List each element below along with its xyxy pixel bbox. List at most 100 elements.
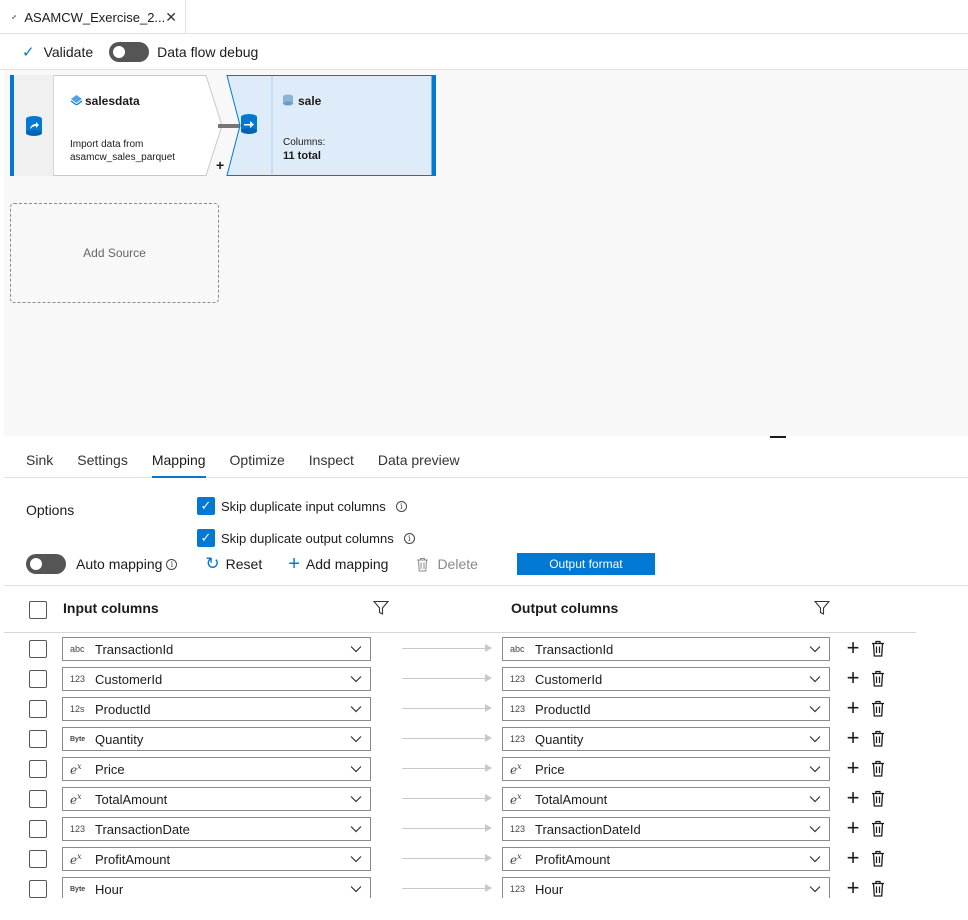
output-column-select[interactable]: ex TotalAmount [502,787,830,811]
chevron-down-icon [809,796,821,803]
output-column-select[interactable]: 123 CustomerId [502,667,830,691]
info-icon[interactable]: i [166,558,178,570]
filter-icon[interactable] [373,600,389,616]
output-column-select[interactable]: 123 ProductId [502,697,830,721]
output-column-select[interactable]: ex ProfitAmount [502,847,830,871]
add-row-button[interactable]: + [845,847,861,869]
info-icon[interactable]: i [403,532,415,544]
input-column-select[interactable]: abc TransactionId [62,637,371,661]
trash-icon[interactable] [871,790,885,807]
sink-columns-label: Columns: [283,137,326,148]
chevron-down-icon [809,706,821,713]
chevron-down-icon [809,886,821,893]
input-column-value: Hour [95,881,124,897]
row-checkbox[interactable] [29,790,47,808]
table-row: ex Price ex Price + [0,757,968,781]
row-checkbox[interactable] [29,670,47,688]
row-checkbox[interactable] [29,700,47,718]
chevron-down-icon [809,826,821,833]
select-all-checkbox[interactable] [29,601,47,619]
add-row-button[interactable]: + [845,637,861,659]
input-column-select[interactable]: 12s ProductId [62,697,371,721]
tab-data-preview[interactable]: Data preview [378,438,460,477]
source-node-salesdata[interactable]: salesdata Import data from asamcw_sales_… [10,75,224,176]
sink-node-sale[interactable]: sale Columns: 11 total [226,75,438,176]
input-column-select[interactable]: 123 CustomerId [62,667,371,691]
row-checkbox[interactable] [29,760,47,778]
tab-mapping[interactable]: Mapping [151,438,206,478]
output-format-button[interactable]: Output format [516,553,655,575]
tab-optimize[interactable]: Optimize [230,438,285,477]
mapping-arrow [402,734,492,742]
add-source-button[interactable]: Add Source [10,203,219,303]
input-column-select[interactable]: ex ProfitAmount [62,847,371,871]
tab-settings[interactable]: Settings [77,438,128,477]
table-row: 12s ProductId 123 ProductId + [0,697,968,721]
input-column-value: TotalAmount [95,791,168,807]
input-column-select[interactable]: ex Price [62,757,371,781]
row-checkbox[interactable] [29,640,47,658]
toolbar: ✓ Validate Data flow debug [0,34,968,70]
input-column-select[interactable]: Byte Quantity [62,727,371,751]
skip-duplicate-output-label: Skip duplicate output columns [221,530,394,546]
add-row-button[interactable]: + [845,667,861,689]
filter-icon[interactable] [814,600,830,616]
trash-icon[interactable] [871,670,885,687]
panel-tabs: Sink Settings Mapping Optimize Inspect D… [4,438,968,478]
input-column-value: TransactionId [95,641,174,657]
input-column-select[interactable]: ex TotalAmount [62,787,371,811]
output-column-value: ProfitAmount [535,851,611,867]
type-icon: 123 [510,734,526,744]
add-transform-button[interactable]: + [216,157,224,173]
reset-button[interactable]: ↻ Reset [205,554,262,574]
mapping-arrow [402,794,492,802]
document-tab[interactable]: ASAMCW_Exercise_2... ✕ [4,0,186,34]
trash-icon[interactable] [871,700,885,717]
trash-icon[interactable] [871,730,885,747]
table-row: 123 TransactionDate 123 TransactionDateId + [0,817,968,841]
info-icon[interactable]: i [395,500,407,512]
add-row-button[interactable]: + [845,697,861,719]
trash-icon[interactable] [871,640,885,657]
row-checkbox[interactable] [29,850,47,868]
trash-icon[interactable] [871,760,885,777]
type-icon: ex [70,851,82,867]
delete-button[interactable]: Delete [416,556,478,572]
output-column-select[interactable]: 123 Quantity [502,727,830,751]
add-row-button[interactable]: + [845,817,861,839]
output-column-select[interactable]: abc TransactionId [502,637,830,661]
data-flow-debug-label: Data flow debug [157,43,259,60]
output-column-select[interactable]: ex Price [502,757,830,781]
validate-button[interactable]: ✓ Validate [22,43,93,61]
table-row: ex TotalAmount ex TotalAmount + [0,787,968,811]
auto-mapping-toggle[interactable] [26,554,66,574]
chevron-down-icon [809,856,821,863]
skip-duplicate-input-label: Skip duplicate input columns [221,498,386,514]
row-checkbox[interactable] [29,730,47,748]
row-checkbox[interactable] [29,880,47,898]
input-column-value: Quantity [95,731,144,747]
dataflow-canvas[interactable]: salesdata Import data from asamcw_sales_… [4,70,968,436]
mapping-action-row: Auto mapping i ↻ Reset + Add mapping Del… [26,552,655,576]
tab-sink[interactable]: Sink [26,438,53,477]
output-column-value: Quantity [535,731,584,747]
add-row-button[interactable]: + [845,877,861,899]
type-icon: ex [510,761,522,777]
trash-icon[interactable] [871,850,885,867]
options-label: Options [26,502,75,518]
input-column-select[interactable]: 123 TransactionDate [62,817,371,841]
type-icon: abc [510,644,525,654]
add-mapping-button[interactable]: + Add mapping [288,553,388,576]
row-checkbox[interactable] [29,820,47,838]
output-column-select[interactable]: 123 TransactionDateId [502,817,830,841]
close-icon[interactable]: ✕ [165,9,177,26]
trash-icon[interactable] [871,880,885,897]
add-row-button[interactable]: + [845,727,861,749]
skip-duplicate-input-checkbox[interactable]: ✓ [197,497,215,515]
trash-icon[interactable] [871,820,885,837]
skip-duplicate-output-checkbox[interactable]: ✓ [197,529,215,547]
tab-inspect[interactable]: Inspect [309,438,354,477]
add-row-button[interactable]: + [845,787,861,809]
add-row-button[interactable]: + [845,757,861,779]
data-flow-debug-toggle[interactable] [109,41,150,62]
